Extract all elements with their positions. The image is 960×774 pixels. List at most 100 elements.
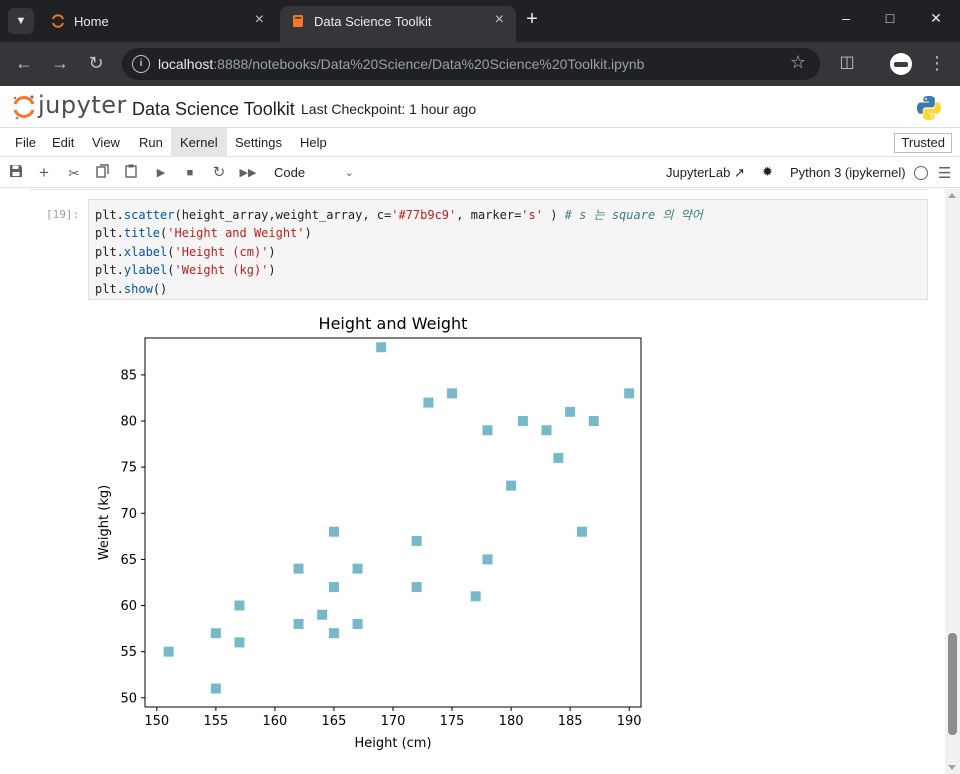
tab-notebook[interactable]: Data Science Toolkit × [280, 6, 516, 42]
menu-view[interactable]: View [83, 128, 129, 157]
scroll-up-arrow-icon[interactable] [948, 193, 956, 198]
data-point [293, 563, 304, 574]
code-line: plt.show() [95, 281, 168, 296]
open-in-jupyterlab-link[interactable]: JupyterLab ↗ [666, 165, 745, 181]
scatter-plot-output: 150 155 160 165 170 175 180 185 190 50 55 60 65 70 75 8… [97, 314, 642, 751]
profile-avatar[interactable] [890, 53, 912, 75]
url-text: localhost:8888/notebooks/Data%20Science/… [158, 56, 645, 72]
plot-area [145, 338, 641, 707]
y-tick-label: 60 [120, 599, 137, 614]
x-tick-label: 160 [262, 714, 287, 729]
close-icon[interactable]: × [255, 11, 264, 29]
menu-settings[interactable]: Settings [226, 128, 291, 157]
kernel-status-icon [914, 166, 928, 180]
tab-home[interactable]: Home × [40, 6, 276, 42]
reload-icon[interactable]: ↻ [84, 52, 108, 76]
save-icon[interactable] [6, 163, 26, 183]
chart-title: Height and Weight [319, 314, 468, 333]
browser-menu-icon[interactable]: ⋮ [928, 52, 946, 74]
copy-icon[interactable] [93, 163, 113, 183]
scroll-down-arrow-icon[interactable] [948, 765, 956, 770]
bookmark-star-icon[interactable]: ☆ [790, 52, 806, 73]
data-point [293, 618, 304, 629]
tab-search-chevron-icon[interactable]: ▼ [8, 8, 34, 34]
y-tick-label: 70 [120, 507, 137, 522]
trusted-badge[interactable]: Trusted [894, 133, 952, 153]
data-point [482, 425, 493, 436]
data-point [470, 591, 481, 602]
code-cell-editor[interactable]: plt.scatter(height_array,weight_array, c… [88, 199, 928, 300]
y-tick-label: 55 [120, 645, 137, 660]
data-point [234, 637, 245, 648]
extensions-puzzle-icon[interactable]: ◫ [836, 52, 858, 74]
scrollbar-thumb[interactable] [948, 633, 957, 735]
jupyter-logo-icon [13, 95, 35, 120]
notebook-toolbar: + ✂ ▶ ■ ↻ ▶▶ Code ⌄ JupyterLab ↗ ✹ Pytho… [0, 158, 960, 188]
jupyter-header: jupyter Data Science Toolkit Last Checkp… [0, 86, 960, 128]
menu-edit[interactable]: Edit [43, 128, 83, 157]
y-tick-label: 85 [120, 368, 137, 383]
add-cell-plus-icon[interactable]: + [34, 163, 54, 183]
code-line: plt.ylabel('Weight (kg)') [95, 263, 276, 278]
data-point [328, 582, 339, 593]
tab-title: Data Science Toolkit [314, 14, 432, 29]
run-play-icon[interactable]: ▶ [151, 163, 171, 183]
tab-title: Home [74, 14, 109, 29]
data-point [234, 600, 245, 611]
cell-type-select[interactable]: Code ⌄ [266, 162, 360, 184]
data-point [423, 397, 434, 408]
notebook-title[interactable]: Data Science Toolkit [132, 99, 295, 120]
menu-file[interactable]: File [6, 128, 45, 157]
site-info-icon[interactable]: i [132, 55, 150, 73]
data-point [163, 646, 174, 657]
menu-bar: File Edit View Run Kernel Settings Help … [0, 128, 960, 157]
notebook-icon [293, 15, 303, 27]
data-point [482, 554, 493, 565]
restart-icon[interactable]: ↻ [209, 163, 229, 183]
code-line: plt.title('Height and Weight') [95, 226, 312, 241]
menu-help[interactable]: Help [291, 128, 336, 157]
x-tick-label: 175 [440, 714, 465, 729]
external-link-icon: ↗ [733, 165, 745, 180]
jupyter-icon [52, 14, 64, 28]
data-point [210, 628, 221, 639]
menu-run[interactable]: Run [130, 128, 172, 157]
window-close-icon[interactable]: ✕ [926, 10, 946, 27]
y-tick-label: 75 [120, 461, 137, 476]
minimize-icon[interactable]: – [836, 10, 856, 26]
x-tick-label: 185 [558, 714, 583, 729]
kernel-name[interactable]: Python 3 (ipykernel) [790, 165, 906, 180]
x-tick-label: 150 [144, 714, 169, 729]
back-arrow-icon[interactable]: ← [12, 52, 36, 76]
execution-prompt: [19]: [46, 208, 80, 221]
y-tick-label: 80 [120, 415, 137, 430]
forward-arrow-icon[interactable]: → [48, 52, 72, 76]
new-tab-plus-icon[interactable]: + [520, 8, 544, 32]
toolbar-menu-icon[interactable]: ☰ [938, 164, 951, 182]
cut-scissors-icon[interactable]: ✂ [64, 163, 84, 183]
maximize-icon[interactable]: □ [880, 10, 900, 26]
paste-clipboard-icon[interactable] [121, 163, 141, 183]
code-line: plt.xlabel('Height (cm)') [95, 244, 276, 259]
data-point [588, 416, 599, 427]
restart-run-all-icon[interactable]: ▶▶ [238, 163, 258, 183]
data-point [565, 406, 576, 417]
data-point [624, 388, 635, 399]
x-tick-label: 170 [381, 714, 406, 729]
menu-kernel[interactable]: Kernel [171, 128, 227, 157]
last-checkpoint: Last Checkpoint: 1 hour ago [301, 101, 477, 117]
x-tick-label: 155 [203, 714, 228, 729]
data-point [553, 452, 564, 463]
x-tick-label: 190 [617, 714, 642, 729]
jupyter-logo[interactable]: jupyter [12, 91, 126, 122]
notebook-panel: [19]: plt.scatter(height_array,weight_ar… [0, 189, 945, 774]
data-point [210, 683, 221, 694]
chevron-down-icon: ⌄ [344, 167, 354, 179]
close-icon[interactable]: × [495, 11, 504, 29]
url-input[interactable]: i localhost:8888/notebooks/Data%20Scienc… [122, 48, 820, 80]
stop-square-icon[interactable]: ■ [180, 163, 200, 183]
vertical-scrollbar[interactable] [945, 189, 960, 774]
debugger-bug-icon[interactable]: ✹ [762, 164, 773, 180]
data-point [328, 526, 339, 537]
cell-type-value: Code [274, 165, 306, 180]
